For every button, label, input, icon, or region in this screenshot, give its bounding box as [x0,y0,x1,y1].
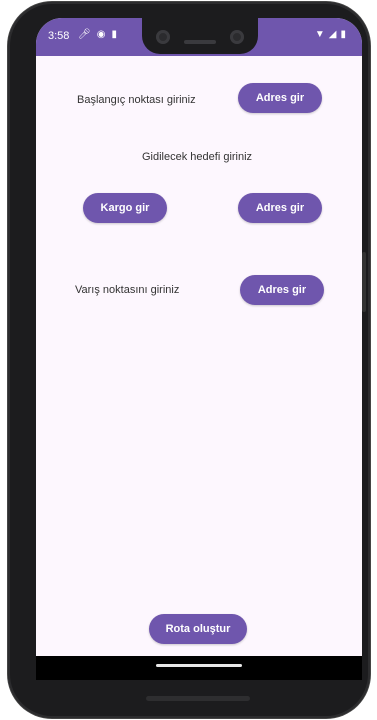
target-label: Gidilecek hedefi giriniz [142,151,253,163]
navigation-bar [36,656,362,680]
game-icon: ◉ [96,29,106,40]
status-time: 3:58 [48,30,70,42]
app-screen: 3:58 🎤︎ ◉ ▮ ▼ ◢ ▮ Başlangıç noktası giri… [36,18,362,678]
status-left-icons: 🎤︎ ◉ ▮ [78,29,117,40]
status-bar: 3:58 🎤︎ ◉ ▮ ▼ ◢ ▮ [36,18,362,56]
mic-icon: 🎤︎ [78,29,91,40]
front-sensor-icon [230,30,244,44]
front-camera-icon [156,30,170,44]
earpiece-speaker [184,40,216,44]
bottom-speaker [146,696,250,701]
signal-icon: ◢ [328,29,337,40]
destination-label: Varış noktasını giriniz [75,284,180,296]
target-address-button[interactable]: Adres gir [238,193,322,223]
destination-address-button[interactable]: Adres gir [240,275,324,305]
status-right-icons: ▼ ◢ ▮ [315,29,346,40]
home-indicator[interactable] [156,664,242,667]
battery-icon: ▮ [340,29,346,40]
camera-notch [142,18,258,54]
power-button [362,252,366,312]
wifi-icon: ▼ [314,29,325,40]
start-address-button[interactable]: Adres gir [238,83,322,113]
create-route-button[interactable]: Rota oluştur [149,614,247,644]
sim-icon: ▮ [111,29,117,40]
cargo-button[interactable]: Kargo gir [83,193,167,223]
start-point-label: Başlangıç noktası giriniz [77,94,196,106]
